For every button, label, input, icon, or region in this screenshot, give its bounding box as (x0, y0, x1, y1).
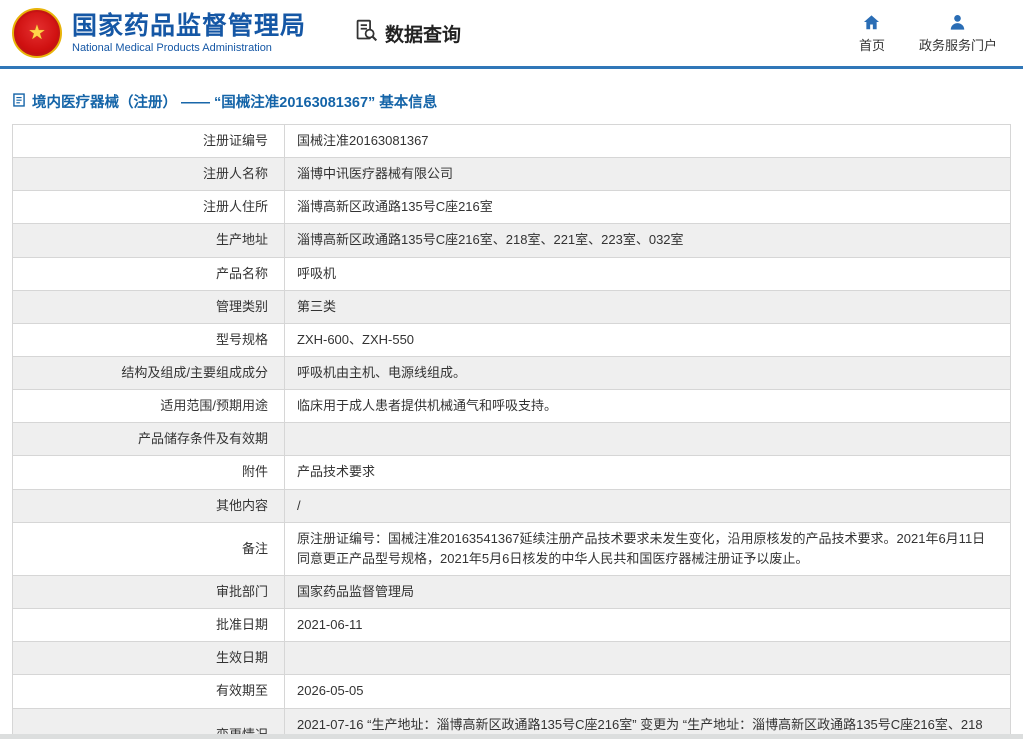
row-value: 2026-05-05 (285, 675, 1011, 708)
header-divider (0, 66, 1023, 69)
info-table-body: 注册证编号国械注准20163081367注册人名称淄博中讯医疗器械有限公司注册人… (13, 125, 1011, 739)
table-row: 注册人住所淄博高新区政通路135号C座216室 (13, 191, 1011, 224)
table-row: 备注原注册证编号：国械注准20163541367延续注册产品技术要求未发生变化，… (13, 522, 1011, 575)
row-value: 淄博高新区政通路135号C座216室 (285, 191, 1011, 224)
row-label: 管理类别 (13, 290, 285, 323)
table-row: 型号规格ZXH-600、ZXH-550 (13, 323, 1011, 356)
row-label: 生效日期 (13, 642, 285, 675)
home-icon (862, 12, 881, 32)
row-value: 原注册证编号：国械注准20163541367延续注册产品技术要求未发生变化，沿用… (285, 522, 1011, 575)
nav-home[interactable]: 首页 (859, 12, 885, 54)
row-label: 备注 (13, 522, 285, 575)
row-label: 注册人名称 (13, 158, 285, 191)
row-label: 有效期至 (13, 675, 285, 708)
row-value: 国家药品监督管理局 (285, 575, 1011, 608)
row-label: 注册人住所 (13, 191, 285, 224)
row-value: 第三类 (285, 290, 1011, 323)
top-nav: 首页 政务服务门户 (859, 12, 997, 54)
row-label: 适用范围/预期用途 (13, 390, 285, 423)
row-value: 呼吸机 (285, 257, 1011, 290)
table-row: 注册证编号国械注准20163081367 (13, 125, 1011, 158)
row-value: 临床用于成人患者提供机械通气和呼吸支持。 (285, 390, 1011, 423)
table-row: 审批部门国家药品监督管理局 (13, 575, 1011, 608)
data-query-icon (354, 18, 379, 49)
footer-strip (0, 734, 1023, 739)
row-value: 呼吸机由主机、电源线组成。 (285, 356, 1011, 389)
row-value: 淄博中讯医疗器械有限公司 (285, 158, 1011, 191)
table-row: 附件产品技术要求 (13, 456, 1011, 489)
nav-home-label: 首页 (859, 35, 885, 54)
table-row: 有效期至2026-05-05 (13, 675, 1011, 708)
table-row: 结构及组成/主要组成成分呼吸机由主机、电源线组成。 (13, 356, 1011, 389)
nav-portal-label: 政务服务门户 (919, 35, 997, 54)
row-label: 生产地址 (13, 224, 285, 257)
row-value (285, 423, 1011, 456)
brand-text: 国家药品监督管理局 National Medical Products Admi… (72, 12, 306, 55)
breadcrumb: 境内医疗器械（注册） —— “国械注准20163081367” 基本信息 (12, 91, 1011, 112)
table-row: 生产地址淄博高新区政通路135号C座216室、218室、221室、223室、03… (13, 224, 1011, 257)
row-value: 淄博高新区政通路135号C座216室、218室、221室、223室、032室 (285, 224, 1011, 257)
table-row: 注册人名称淄博中讯医疗器械有限公司 (13, 158, 1011, 191)
table-row: 适用范围/预期用途临床用于成人患者提供机械通气和呼吸支持。 (13, 390, 1011, 423)
row-label: 结构及组成/主要组成成分 (13, 356, 285, 389)
nmpa-emblem-logo: ★ (12, 8, 62, 58)
row-label: 附件 (13, 456, 285, 489)
row-value: / (285, 489, 1011, 522)
row-label: 批准日期 (13, 609, 285, 642)
row-label: 注册证编号 (13, 125, 285, 158)
org-name-en: National Medical Products Administration (72, 42, 306, 54)
row-value: ZXH-600、ZXH-550 (285, 323, 1011, 356)
header: ★ 国家药品监督管理局 National Medical Products Ad… (0, 0, 1023, 64)
table-row: 批准日期2021-06-11 (13, 609, 1011, 642)
row-value: 国械注准20163081367 (285, 125, 1011, 158)
table-row: 其他内容/ (13, 489, 1011, 522)
row-value: 产品技术要求 (285, 456, 1011, 489)
row-value (285, 642, 1011, 675)
user-icon (948, 12, 967, 32)
nav-portal[interactable]: 政务服务门户 (919, 12, 997, 54)
section-title-label: 数据查询 (385, 20, 461, 47)
row-label: 其他内容 (13, 489, 285, 522)
row-value: 2021-06-11 (285, 609, 1011, 642)
row-label: 产品名称 (13, 257, 285, 290)
table-row: 管理类别第三类 (13, 290, 1011, 323)
table-row: 产品储存条件及有效期 (13, 423, 1011, 456)
section-title: 数据查询 (354, 18, 461, 49)
registration-info-table: 注册证编号国械注准20163081367注册人名称淄博中讯医疗器械有限公司注册人… (12, 124, 1011, 739)
org-name-cn: 国家药品监督管理局 (72, 12, 306, 41)
star-icon: ★ (28, 23, 46, 43)
document-icon (12, 93, 26, 111)
table-row: 生效日期 (13, 642, 1011, 675)
row-label: 审批部门 (13, 575, 285, 608)
breadcrumb-text: 境内医疗器械（注册） —— “国械注准20163081367” 基本信息 (32, 91, 437, 112)
table-row: 产品名称呼吸机 (13, 257, 1011, 290)
row-label: 型号规格 (13, 323, 285, 356)
row-label: 产品储存条件及有效期 (13, 423, 285, 456)
brand: ★ 国家药品监督管理局 National Medical Products Ad… (12, 8, 306, 58)
